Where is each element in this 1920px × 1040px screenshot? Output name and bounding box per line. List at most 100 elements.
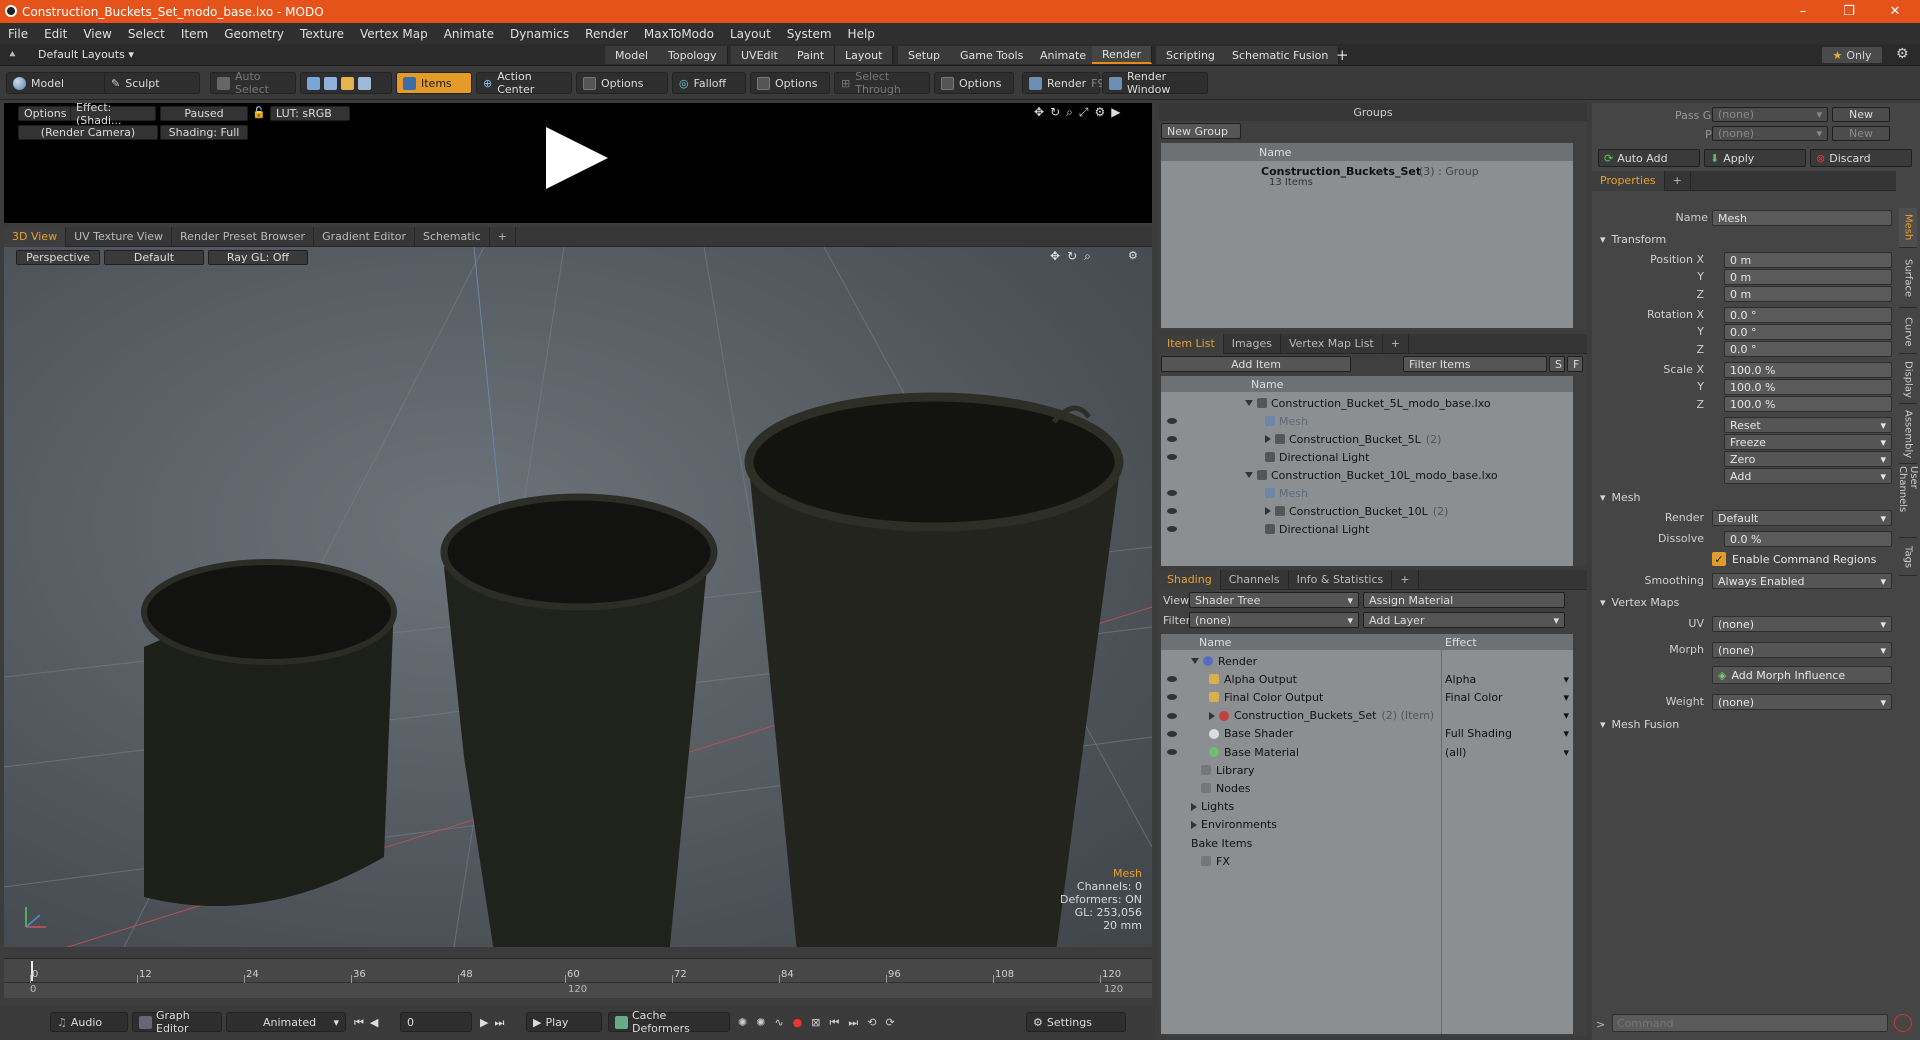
item-row[interactable]: Mesh: [1161, 484, 1573, 502]
viewport-tab-4[interactable]: Schematic: [415, 226, 490, 247]
add-morph-influence-button[interactable]: ◈ Add Morph Influence: [1712, 666, 1892, 684]
settings-button[interactable]: ⚙ Settings: [1026, 1012, 1126, 1032]
zoom-icon[interactable]: ⌕: [1066, 105, 1073, 120]
animated-dropdown[interactable]: Animated ▾: [226, 1012, 346, 1032]
mesh-fusion-section[interactable]: ▾ Mesh Fusion: [1600, 716, 1896, 732]
tab-layout[interactable]: Layout: [835, 46, 894, 64]
shader-row[interactable]: Render: [1161, 652, 1573, 670]
preview-options-button[interactable]: Options: [18, 106, 73, 121]
eye-icon[interactable]: [1167, 418, 1177, 424]
enable-command-regions[interactable]: ✓ Enable Command Regions: [1712, 551, 1892, 567]
shader-row[interactable]: Alpha Output Alpha ▾: [1161, 670, 1573, 688]
name-field[interactable]: Mesh: [1712, 210, 1892, 226]
shading-tab-2[interactable]: Info & Statistics: [1289, 569, 1393, 590]
item-f-button[interactable]: F: [1567, 356, 1583, 372]
menu-file[interactable]: File: [0, 27, 36, 41]
timeline-range[interactable]: 0 120 120: [4, 983, 1152, 999]
filter-items-input[interactable]: Filter Items: [1403, 356, 1547, 372]
effect-dropdown-icon[interactable]: ▾: [1563, 746, 1569, 759]
passes-new-button[interactable]: New: [1832, 126, 1890, 141]
auto-select-button[interactable]: Auto Select: [210, 70, 296, 96]
loop-icon[interactable]: ⟳: [886, 1016, 895, 1030]
side-tab-assembly[interactable]: Assembly: [1899, 406, 1917, 464]
material-mode-icon[interactable]: [358, 76, 371, 90]
tab-setup[interactable]: Setup: [898, 46, 952, 64]
shading-dropdown[interactable]: Shading: Full: [160, 125, 248, 140]
effect-dropdown-icon[interactable]: ▾: [1563, 709, 1569, 722]
tab-scripting[interactable]: Scripting: [1156, 46, 1226, 64]
add-layer-dropdown[interactable]: Add Layer ▾: [1363, 612, 1565, 628]
shader-row[interactable]: Environments: [1161, 816, 1573, 834]
minimize-button[interactable]: –: [1780, 0, 1826, 23]
menu-item[interactable]: Item: [173, 27, 216, 41]
mesh-section[interactable]: ▾ Mesh: [1600, 489, 1896, 505]
tab-uvedit[interactable]: UVEdit: [731, 46, 789, 64]
prev-frame-icon[interactable]: ◀: [370, 1016, 378, 1030]
vertex-maps-section[interactable]: ▾ Vertex Maps: [1600, 594, 1896, 610]
menu-layout[interactable]: Layout: [722, 27, 779, 41]
menu-maxtomodo[interactable]: MaxToModo: [636, 27, 722, 41]
3d-viewport[interactable]: Perspective Default Ray GL: Off ✥ ↻ ⌕ ⚙ Me…: [4, 247, 1152, 947]
menu-system[interactable]: System: [779, 27, 840, 41]
passes-dropdown[interactable]: (none) ▾: [1712, 126, 1828, 141]
side-tab-user-channels[interactable]: User Channels: [1897, 466, 1919, 538]
last-frame-icon[interactable]: ⏭: [494, 1016, 504, 1030]
eye-icon[interactable]: [1167, 694, 1177, 701]
select-options-button[interactable]: Options: [934, 72, 1014, 94]
bucket-large[interactable]: [744, 392, 1124, 947]
lut-dropdown[interactable]: LUT: sRGB: [270, 106, 350, 121]
menu-texture[interactable]: Texture: [292, 27, 352, 41]
lock-icon[interactable]: 🔓: [252, 106, 266, 119]
falloff-options-button[interactable]: Options: [750, 72, 830, 94]
rotate-icon[interactable]: ↻: [1050, 105, 1060, 120]
effect-dropdown-icon[interactable]: ▾: [1563, 727, 1569, 740]
morph-dropdown[interactable]: (none) ▾: [1712, 642, 1892, 658]
shader-row[interactable]: Nodes: [1161, 779, 1573, 797]
expand-icon[interactable]: [1245, 472, 1253, 478]
vertex-mode-icon[interactable]: [307, 76, 320, 90]
tab-properties[interactable]: Properties: [1592, 170, 1665, 191]
playhead[interactable]: [31, 961, 33, 981]
transform-section[interactable]: ▾ Transform: [1600, 231, 1896, 247]
menu-render[interactable]: Render: [577, 27, 636, 41]
new-group-button[interactable]: New Group: [1161, 123, 1241, 139]
expand-icon[interactable]: [1265, 435, 1271, 443]
tab-model[interactable]: Model: [605, 46, 660, 64]
zero-dropdown[interactable]: Zero ▾: [1724, 451, 1892, 467]
pass-groups-new-button[interactable]: New: [1832, 107, 1890, 122]
audio-button[interactable]: ♫ Audio: [50, 1012, 128, 1032]
action-center-options-button[interactable]: Options: [576, 72, 668, 94]
key-filter-icon[interactable]: ⊠: [811, 1016, 820, 1030]
menu-dynamics[interactable]: Dynamics: [502, 27, 577, 41]
timeline-ruler[interactable]: 0 12 24 36 48 60 72 84 96 108 120: [4, 959, 1152, 983]
item-row[interactable]: Directional Light: [1161, 520, 1573, 538]
rotation-y-field[interactable]: 0.0 °: [1724, 324, 1892, 340]
position-y-field[interactable]: 0 m: [1724, 269, 1892, 285]
weight-dropdown[interactable]: (none) ▾: [1712, 694, 1892, 710]
layout-arrow-icon[interactable]: ⯅: [8, 48, 17, 62]
play-button[interactable]: ▶ Play: [526, 1012, 602, 1032]
rotation-z-field[interactable]: 0.0 °: [1724, 341, 1892, 357]
freeze-dropdown[interactable]: Freeze ▾: [1724, 434, 1892, 450]
shader-row[interactable]: Base Shader Full Shading ▾: [1161, 725, 1573, 743]
effect-dropdown-icon[interactable]: ▾: [1563, 673, 1569, 686]
expand-icon[interactable]: [1191, 658, 1199, 664]
tab-topology[interactable]: Topology: [658, 46, 728, 64]
eye-icon[interactable]: [1167, 508, 1177, 514]
side-tab-curve[interactable]: Curve: [1899, 310, 1917, 354]
menu-select[interactable]: Select: [120, 27, 173, 41]
play-icon[interactable]: [546, 127, 608, 189]
eye-icon[interactable]: [1167, 730, 1177, 737]
add-dropdown[interactable]: Add ▾: [1724, 468, 1892, 484]
menu-help[interactable]: Help: [840, 27, 883, 41]
command-input[interactable]: [1612, 1014, 1888, 1032]
raygl-dropdown[interactable]: Ray GL: Off: [208, 250, 308, 265]
item-row[interactable]: Directional Light: [1161, 448, 1573, 466]
record-icon[interactable]: ●: [793, 1016, 803, 1030]
group-row[interactable]: Construction_Buckets_Set (3) : Group 13 …: [1161, 163, 1573, 189]
shading-tab-3[interactable]: +: [1392, 569, 1419, 590]
tab-game-tools[interactable]: Game Tools: [950, 46, 1035, 64]
frame-input[interactable]: 0: [400, 1012, 472, 1032]
expand-icon[interactable]: [1265, 507, 1271, 515]
viewport-tab-3[interactable]: Gradient Editor: [314, 226, 415, 247]
